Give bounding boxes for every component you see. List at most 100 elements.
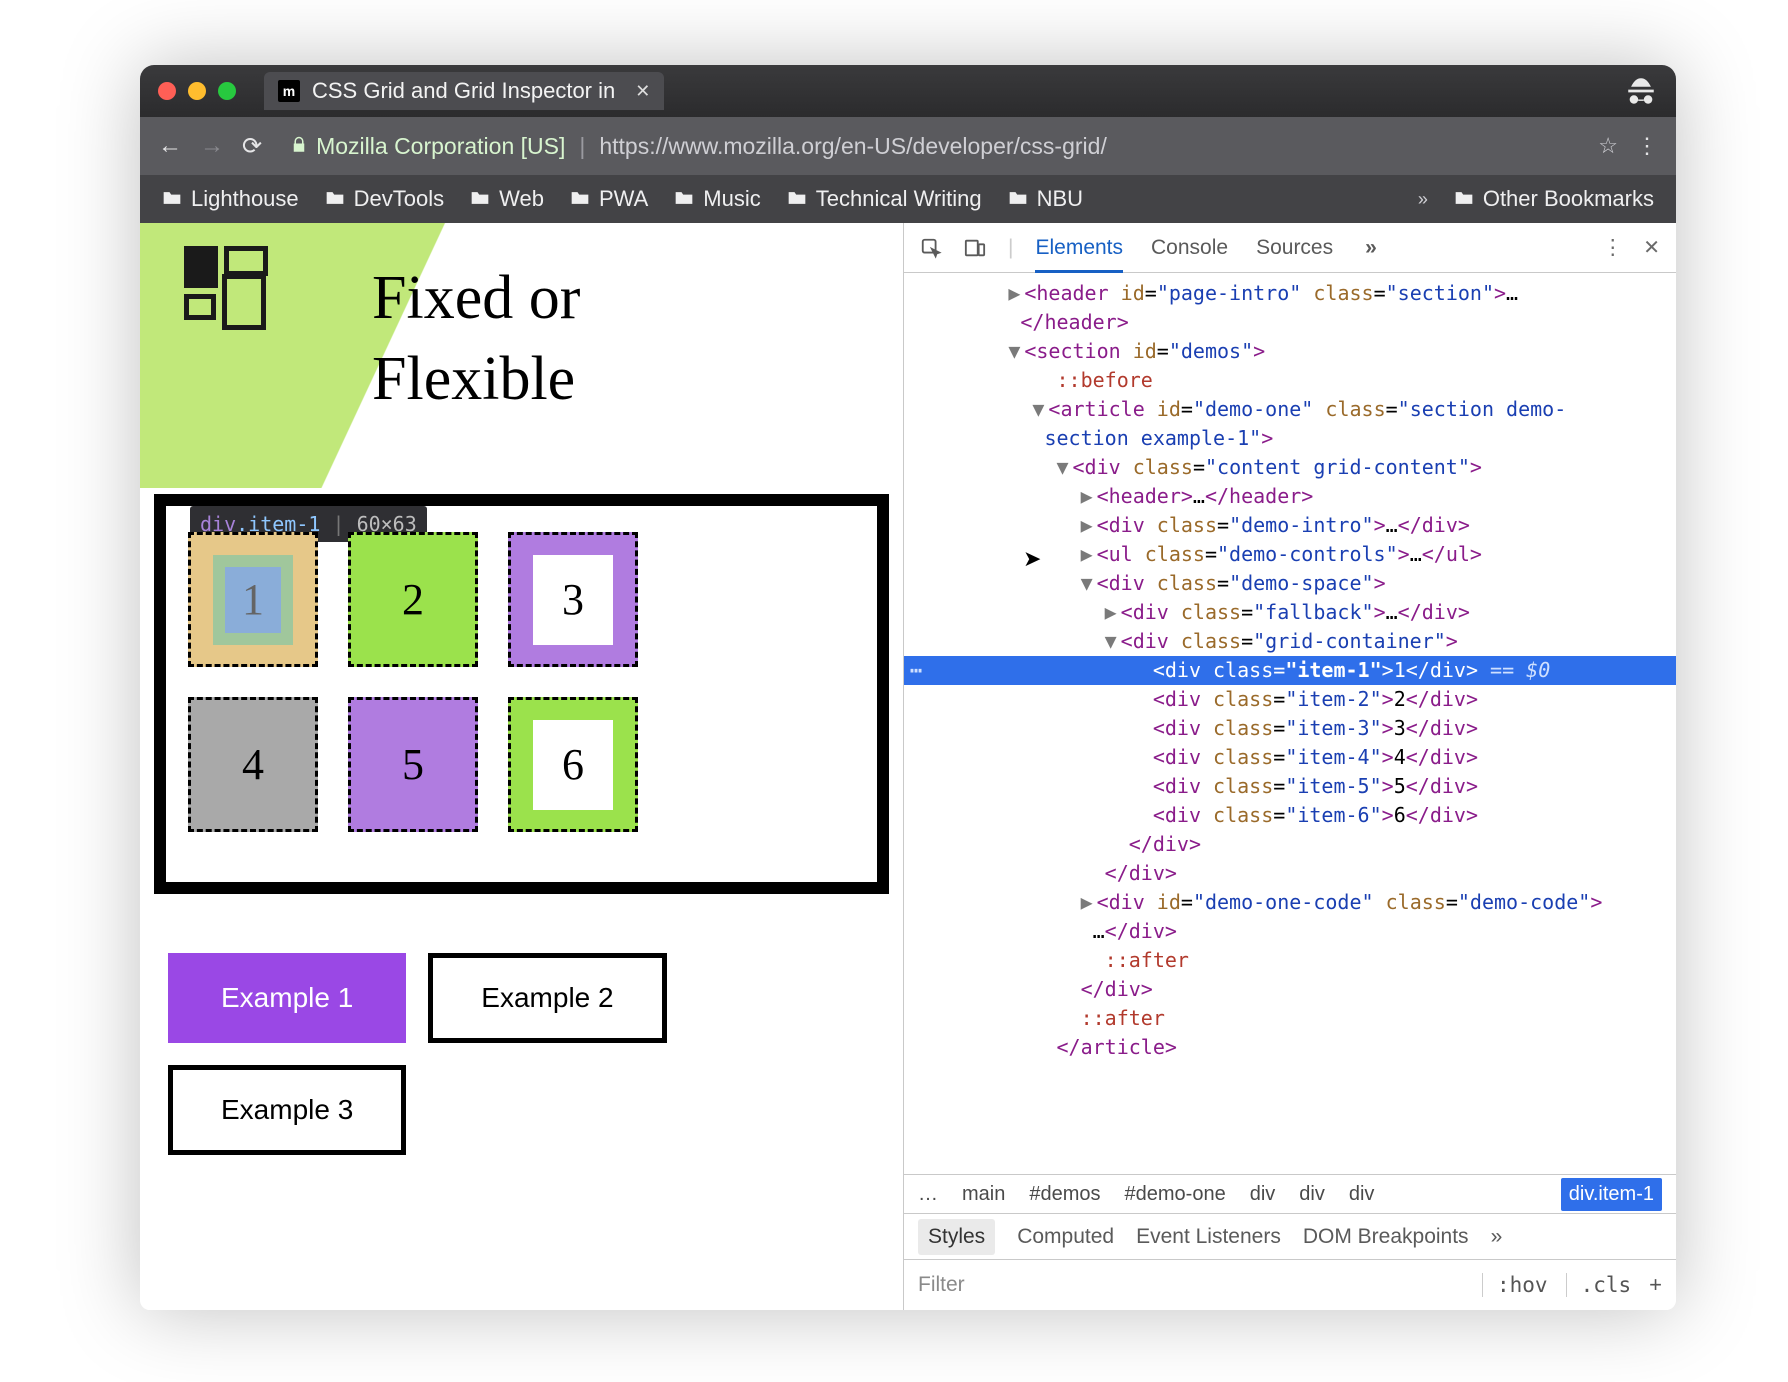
devtools-tabs: Elements Console Sources » [1035, 236, 1376, 260]
folder-icon [162, 186, 182, 212]
bookmark-label: Web [499, 186, 544, 212]
bookmark-item[interactable]: DevTools [325, 186, 444, 212]
devtools-toolbar: | Elements Console Sources » ⋮ ✕ [904, 223, 1676, 273]
browser-tab[interactable]: m CSS Grid and Grid Inspector in ✕ [264, 72, 664, 110]
bookmarks-bar: Lighthouse DevTools Web PWA Music Techni… [140, 175, 1676, 223]
tab-dom-breakpoints[interactable]: DOM Breakpoints [1303, 1225, 1469, 1249]
crumb-selected[interactable]: div.item-1 [1561, 1178, 1662, 1211]
address-bar[interactable]: Mozilla Corporation [US] | https://www.m… [280, 127, 1566, 165]
titlebar: m CSS Grid and Grid Inspector in ✕ [140, 65, 1676, 117]
example-3-button[interactable]: Example 3 [168, 1065, 406, 1155]
grid-label: 6 [562, 739, 584, 790]
other-bookmarks[interactable]: Other Bookmarks [1454, 186, 1654, 212]
grid-item-6[interactable]: 6 [508, 697, 638, 832]
bookmark-item[interactable]: Web [470, 186, 544, 212]
hov-toggle[interactable]: :hov [1482, 1273, 1548, 1297]
tab-elements[interactable]: Elements [1035, 236, 1123, 273]
selected-dom-node[interactable]: ⋯ <div class="item-1">1</div> == $0 [904, 656, 1676, 685]
devtools-close-icon[interactable]: ✕ [1643, 235, 1660, 260]
bookmarks-overflow[interactable]: » [1418, 189, 1428, 210]
bookmark-item[interactable]: Music [674, 186, 760, 212]
crumb[interactable]: main [962, 1183, 1005, 1206]
incognito-icon [1624, 74, 1658, 108]
folder-icon [470, 186, 490, 212]
close-tab-icon[interactable]: ✕ [635, 81, 650, 102]
tab-console[interactable]: Console [1151, 236, 1228, 260]
crumb[interactable]: #demos [1029, 1183, 1100, 1206]
grid-item-5[interactable]: 5 [348, 697, 478, 832]
tab-computed[interactable]: Computed [1017, 1225, 1114, 1249]
styles-filter-row: Filter :hov .cls + [904, 1260, 1676, 1310]
bookmark-label: PWA [599, 186, 648, 212]
inspect-icon[interactable] [920, 237, 942, 259]
close-window-button[interactable] [158, 82, 176, 100]
grid-label: 4 [242, 739, 264, 790]
cls-toggle[interactable]: .cls [1566, 1273, 1632, 1297]
crumb[interactable]: div [1250, 1183, 1276, 1206]
grid-label: 1 [242, 574, 264, 625]
bookmark-label: NBU [1037, 186, 1083, 212]
grid-item-3[interactable]: 3 [508, 532, 638, 667]
devtools-menu-icon[interactable]: ⋮ [1602, 235, 1623, 260]
bookmark-item[interactable]: Lighthouse [162, 186, 299, 212]
minimize-window-button[interactable] [188, 82, 206, 100]
tab-sources[interactable]: Sources [1256, 236, 1333, 260]
folder-icon [325, 186, 345, 212]
grid-label: 2 [402, 574, 424, 625]
example-2-button[interactable]: Example 2 [428, 953, 666, 1043]
tab-event-listeners[interactable]: Event Listeners [1136, 1225, 1281, 1249]
tab-styles[interactable]: Styles [918, 1219, 995, 1255]
page-heading: Fixed or Flexible [372, 258, 580, 419]
styles-tabs: Styles Computed Event Listeners DOM Brea… [904, 1214, 1676, 1260]
demo-area: div.item-1 | 60×63 1 2 3 4 5 6 [140, 488, 903, 908]
example-1-button[interactable]: Example 1 [168, 953, 406, 1043]
dom-tree[interactable]: ▶<header id="page-intro" class="section"… [904, 273, 1676, 1174]
forward-button[interactable]: → [200, 132, 224, 160]
window-controls [158, 82, 236, 100]
grid-item-1[interactable]: 1 [188, 532, 318, 667]
crumb[interactable]: … [918, 1183, 938, 1206]
page-pane: Fixed or Flexible div.item-1 | 60×63 1 2… [140, 223, 903, 1310]
grid-label: 5 [402, 739, 424, 790]
browser-window: m CSS Grid and Grid Inspector in ✕ ← → ⟳… [140, 65, 1676, 1310]
crumb[interactable]: div [1349, 1183, 1375, 1206]
back-button[interactable]: ← [158, 132, 182, 160]
grid-item-4[interactable]: 4 [188, 697, 318, 832]
device-toolbar-icon[interactable] [964, 237, 986, 259]
content-split: Fixed or Flexible div.item-1 | 60×63 1 2… [140, 223, 1676, 1310]
bookmark-label: Music [703, 186, 760, 212]
example-buttons: Example 1 Example 2 Example 3 [168, 953, 828, 1155]
tabs-overflow[interactable]: » [1365, 236, 1377, 260]
lock-icon [290, 133, 308, 160]
bookmark-label: Technical Writing [816, 186, 982, 212]
grid-label: 3 [562, 574, 584, 625]
bookmark-item[interactable]: PWA [570, 186, 648, 212]
hero: Fixed or Flexible [140, 223, 903, 488]
heading-line: Flexible [372, 339, 580, 420]
devtools-pane: | Elements Console Sources » ⋮ ✕ ▶<heade… [903, 223, 1676, 1310]
crumb[interactable]: #demo-one [1125, 1183, 1226, 1206]
grid-logo-icon [184, 246, 274, 336]
toolbar: ← → ⟳ Mozilla Corporation [US] | https:/… [140, 117, 1676, 175]
tab-title: CSS Grid and Grid Inspector in [312, 78, 615, 104]
breadcrumb[interactable]: … main #demos #demo-one div div div div.… [904, 1174, 1676, 1214]
folder-icon [787, 186, 807, 212]
menu-button[interactable]: ⋮ [1636, 133, 1658, 159]
bookmark-item[interactable]: Technical Writing [787, 186, 982, 212]
styles-tabs-more[interactable]: » [1491, 1225, 1503, 1249]
folder-icon [570, 186, 590, 212]
zoom-window-button[interactable] [218, 82, 236, 100]
crumb[interactable]: div [1299, 1183, 1325, 1206]
grid-item-2[interactable]: 2 [348, 532, 478, 667]
bookmark-item[interactable]: NBU [1008, 186, 1083, 212]
filter-input[interactable]: Filter [918, 1273, 965, 1297]
url-org: Mozilla Corporation [US] [316, 133, 565, 160]
bookmark-star-icon[interactable]: ☆ [1598, 133, 1618, 159]
folder-icon [674, 186, 694, 212]
reload-button[interactable]: ⟳ [242, 132, 262, 161]
bookmark-label: Other Bookmarks [1483, 186, 1654, 212]
bookmark-label: DevTools [354, 186, 444, 212]
folder-icon [1454, 186, 1474, 212]
new-style-rule-icon[interactable]: + [1649, 1272, 1662, 1298]
url-text: https://www.mozilla.org/en-US/developer/… [599, 133, 1106, 160]
